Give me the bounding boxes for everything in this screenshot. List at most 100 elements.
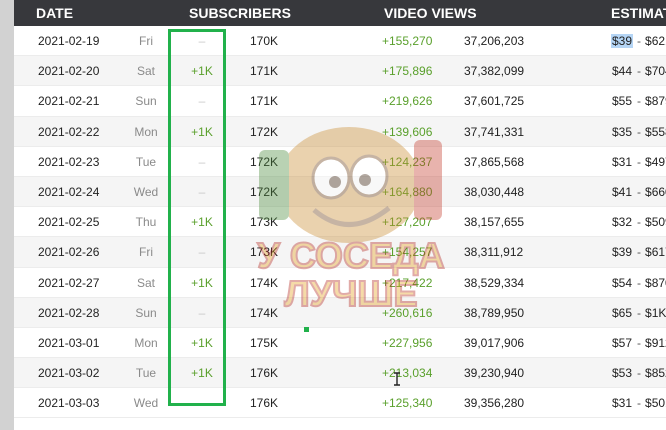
- row-views-change: +155,270: [382, 34, 433, 48]
- row-subscriber-total: 176K: [250, 396, 279, 411]
- row-views-change: +175,896: [382, 64, 433, 79]
- row-earnings-separator: -: [637, 245, 642, 260]
- row-views-change: +213,034: [382, 366, 433, 381]
- stats-table: DATE SUBSCRIBERS VIDEO VIEWS ESTIMATE 20…: [14, 0, 666, 430]
- row-views-change: +154,257: [382, 245, 433, 260]
- row-earnings-high: $621: [645, 34, 666, 48]
- row-date: 2021-02-22: [38, 124, 100, 139]
- row-date: 2021-02-27: [38, 275, 100, 290]
- row-date: 2021-02-26: [38, 245, 100, 260]
- table-row[interactable]: 2021-02-20 Sat +1K 171K +175,896 37,382,099 $4…: [14, 56, 666, 87]
- row-earnings-separator: -: [637, 215, 642, 230]
- row-subscriber-change: +1K: [191, 366, 213, 381]
- row-date: 2021-02-21: [38, 94, 100, 109]
- row-earnings-low: $57: [612, 335, 633, 350]
- header-subscribers[interactable]: SUBSCRIBERS: [189, 5, 291, 21]
- row-day: Mon: [134, 335, 158, 350]
- row-date: 2021-03-01: [38, 335, 100, 350]
- row-earnings-separator: -: [637, 275, 642, 290]
- header-estimated-earnings[interactable]: ESTIMATE: [611, 5, 666, 21]
- row-day: Sun: [135, 305, 157, 320]
- row-day: Sat: [136, 275, 155, 290]
- row-views-total: 37,601,725: [464, 94, 525, 109]
- table-row[interactable]: 2021-02-27 Sat +1K 174K +217,422 38,529,334 $5…: [14, 268, 666, 298]
- row-earnings-low: $41: [612, 184, 633, 199]
- row-earnings-high: $497: [645, 154, 666, 169]
- row-earnings-range: $35-$558: [611, 117, 666, 147]
- row-subscriber-change: –: [198, 396, 206, 411]
- table-row[interactable]: 2021-03-01 Mon +1K 175K +227,956 39,017,906 $5…: [14, 328, 666, 359]
- row-earnings-range: $57-$912: [611, 328, 666, 358]
- row-views-total: 39,017,906: [464, 335, 525, 350]
- row-earnings-low: $44: [612, 64, 633, 79]
- row-earnings-separator: -: [637, 94, 642, 109]
- row-views-change: +260,616: [382, 305, 433, 320]
- row-subscriber-total: 172K: [250, 154, 279, 169]
- row-earnings-separator: -: [637, 64, 642, 79]
- row-earnings-separator: -: [637, 34, 642, 48]
- row-earnings-high: $912: [645, 335, 666, 350]
- table-row[interactable]: 2021-02-28 Sun – 174K +260,616 38,789,950 $65-…: [14, 297, 666, 328]
- row-views-total: 37,741,331: [464, 124, 525, 139]
- row-earnings-high: $660: [645, 184, 666, 199]
- row-day: Fri: [139, 34, 153, 48]
- row-day: Wed: [133, 184, 159, 199]
- row-subscriber-total: 174K: [250, 305, 279, 320]
- table-row[interactable]: 2021-02-26 Fri – 173K +154,257 38,311,912 $39-…: [14, 237, 666, 268]
- header-date[interactable]: DATE: [36, 5, 73, 21]
- row-earnings-low: $55: [612, 94, 633, 109]
- table-row[interactable]: 2021-02-22 Mon +1K 172K +139,606 37,741,331 $3…: [14, 116, 666, 147]
- table-row[interactable]: 2021-03-02 Tue +1K 176K +213,034 39,230,940 $5…: [14, 358, 666, 389]
- row-earnings-high: $852: [645, 366, 666, 381]
- table-row[interactable]: 2021-02-25 Thu +1K 173K +127,207 38,157,655 $3…: [14, 207, 666, 238]
- row-subscriber-total: 172K: [250, 184, 279, 199]
- row-date: 2021-02-25: [38, 215, 100, 230]
- row-earnings-low: $39: [612, 245, 633, 260]
- row-earnings-range: $39-$617: [611, 237, 666, 267]
- row-earnings-low: $53: [612, 366, 633, 381]
- row-day: Mon: [134, 124, 158, 139]
- row-subscriber-total: 172K: [250, 124, 279, 139]
- row-date: 2021-02-19: [38, 34, 100, 48]
- row-subscriber-change: +1K: [191, 124, 213, 139]
- row-subscriber-total: 171K: [250, 64, 279, 79]
- row-views-change: +125,340: [382, 396, 433, 411]
- row-views-total: 37,382,099: [464, 64, 525, 79]
- row-views-total: 38,157,655: [464, 215, 525, 230]
- row-earnings-range: $65- $1K: [611, 298, 666, 328]
- row-views-total: 37,206,203: [464, 34, 525, 48]
- row-views-change: +164,880: [382, 184, 433, 199]
- row-views-change: +217,422: [382, 275, 433, 290]
- row-earnings-range: $32-$509: [611, 207, 666, 237]
- row-earnings-low: $32: [612, 215, 633, 230]
- row-subscriber-total: 176K: [250, 366, 279, 381]
- row-earnings-separator: -: [637, 305, 642, 320]
- row-subscriber-total: 173K: [250, 245, 279, 260]
- row-earnings-separator: -: [637, 335, 642, 350]
- row-views-total: 39,230,940: [464, 366, 525, 381]
- row-subscriber-change: –: [198, 184, 206, 199]
- row-views-total: 37,865,568: [464, 154, 525, 169]
- table-row[interactable]: 2021-02-23 Tue – 172K +124,237 37,865,568 $31-…: [14, 147, 666, 177]
- row-views-change: +124,237: [382, 154, 433, 169]
- table-row[interactable]: 2021-02-21 Sun – 171K +219,626 37,601,725 $55-…: [14, 86, 666, 117]
- row-views-change: +127,207: [382, 215, 433, 230]
- row-views-total: 38,030,448: [464, 184, 525, 199]
- row-subscriber-change: –: [198, 154, 206, 169]
- row-day: Sun: [135, 94, 157, 109]
- row-day: Fri: [139, 245, 153, 260]
- table-row[interactable]: 2021-02-24 Wed – 172K +164,880 38,030,448 $41-…: [14, 176, 666, 208]
- row-subscriber-change: +1K: [191, 215, 213, 230]
- row-earnings-high: $879: [645, 94, 666, 109]
- table-row[interactable]: 2021-03-03 Wed – 176K +125,340 39,356,280 $31-…: [14, 388, 666, 419]
- row-subscriber-change: –: [198, 94, 206, 109]
- row-earnings-high: $509: [645, 215, 666, 230]
- row-day: Wed: [133, 396, 159, 411]
- row-subscriber-total: 173K: [250, 215, 279, 230]
- row-earnings-separator: -: [637, 366, 642, 381]
- row-date: 2021-02-28: [38, 305, 100, 320]
- header-video-views[interactable]: VIDEO VIEWS: [384, 5, 477, 21]
- table-row[interactable]: 2021-02-19 Fri – 170K +155,270 37,206,203 $39-…: [14, 26, 666, 57]
- row-earnings-high: $704: [645, 64, 666, 79]
- row-earnings-low: $39: [611, 34, 634, 48]
